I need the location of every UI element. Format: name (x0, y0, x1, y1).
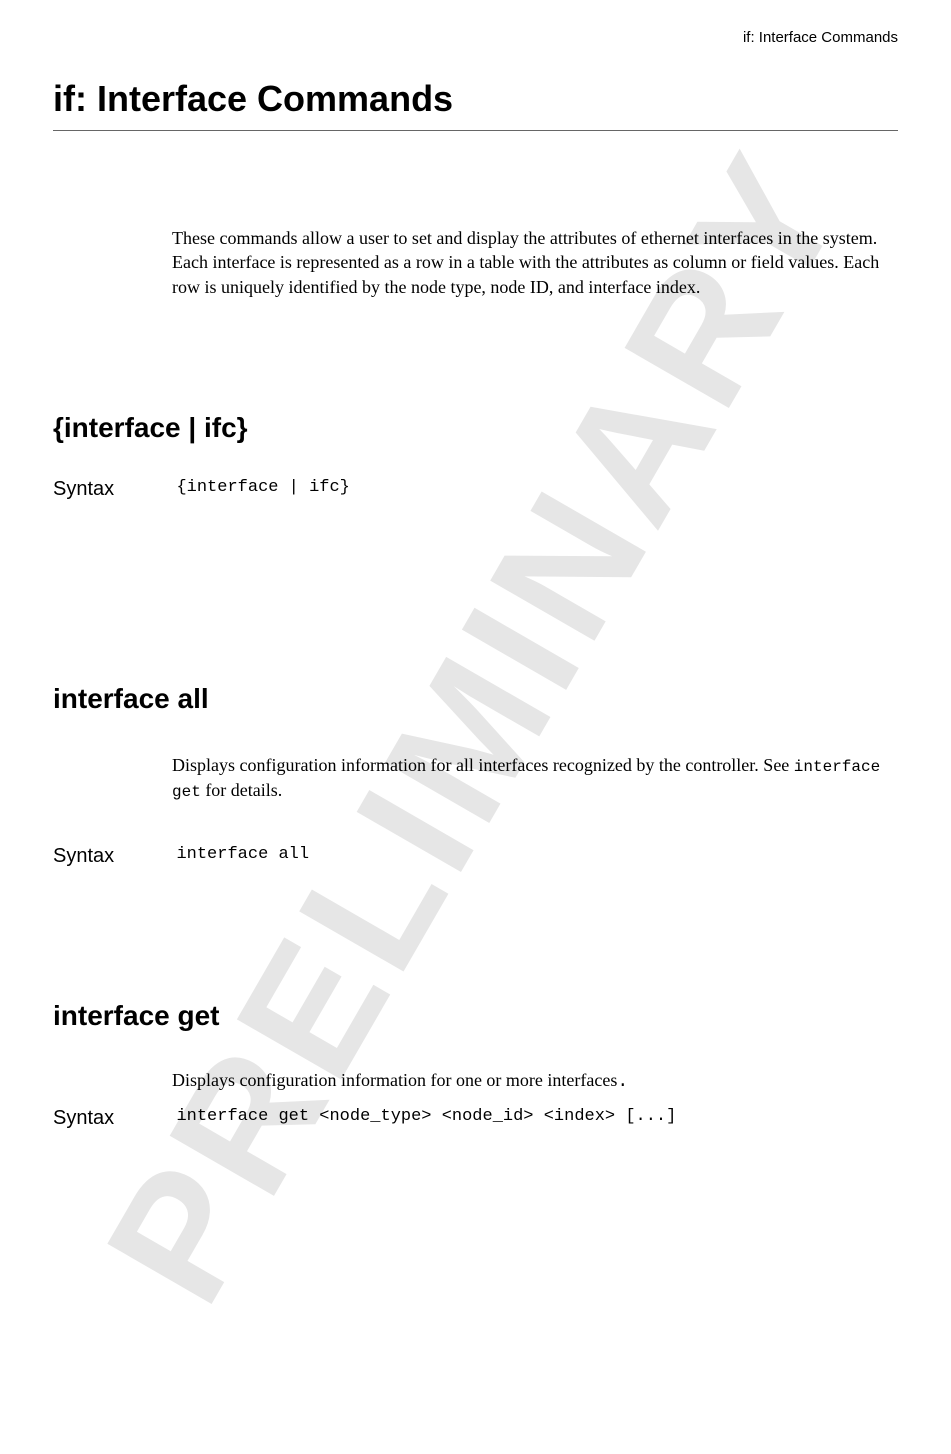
syntax-value: interface all (176, 845, 309, 864)
desc-text-pre: Displays configuration information for a… (172, 755, 794, 775)
syntax-row-interface-all: Syntax interface all (53, 845, 898, 868)
syntax-label: Syntax (53, 478, 172, 501)
running-header: if: Interface Commands (743, 29, 898, 46)
watermark-text: PRELIMINARY (67, 119, 885, 1334)
syntax-value: {interface | ifc} (176, 478, 349, 497)
intro-paragraph: These commands allow a user to set and d… (172, 226, 898, 299)
syntax-row-interface-get: Syntax interface get <node_type> <node_i… (53, 1107, 898, 1130)
section-heading-interface-all: interface all (53, 683, 209, 715)
interface-all-description: Displays configuration information for a… (172, 753, 898, 804)
section-heading-interface-ifc: {interface | ifc} (53, 412, 248, 444)
title-divider (53, 130, 898, 131)
desc-period-code: . (617, 1072, 628, 1092)
interface-get-description: Displays configuration information for o… (172, 1068, 898, 1095)
syntax-value: interface get <node_type> <node_id> <ind… (176, 1107, 676, 1126)
desc-text-pre: Displays configuration information for o… (172, 1070, 617, 1090)
syntax-label: Syntax (53, 1107, 172, 1130)
syntax-label: Syntax (53, 845, 172, 868)
syntax-row-interface-ifc: Syntax {interface | ifc} (53, 478, 898, 501)
desc-text-post: for details. (201, 780, 282, 800)
section-heading-interface-get: interface get (53, 1000, 220, 1032)
page-title: if: Interface Commands (53, 78, 453, 120)
